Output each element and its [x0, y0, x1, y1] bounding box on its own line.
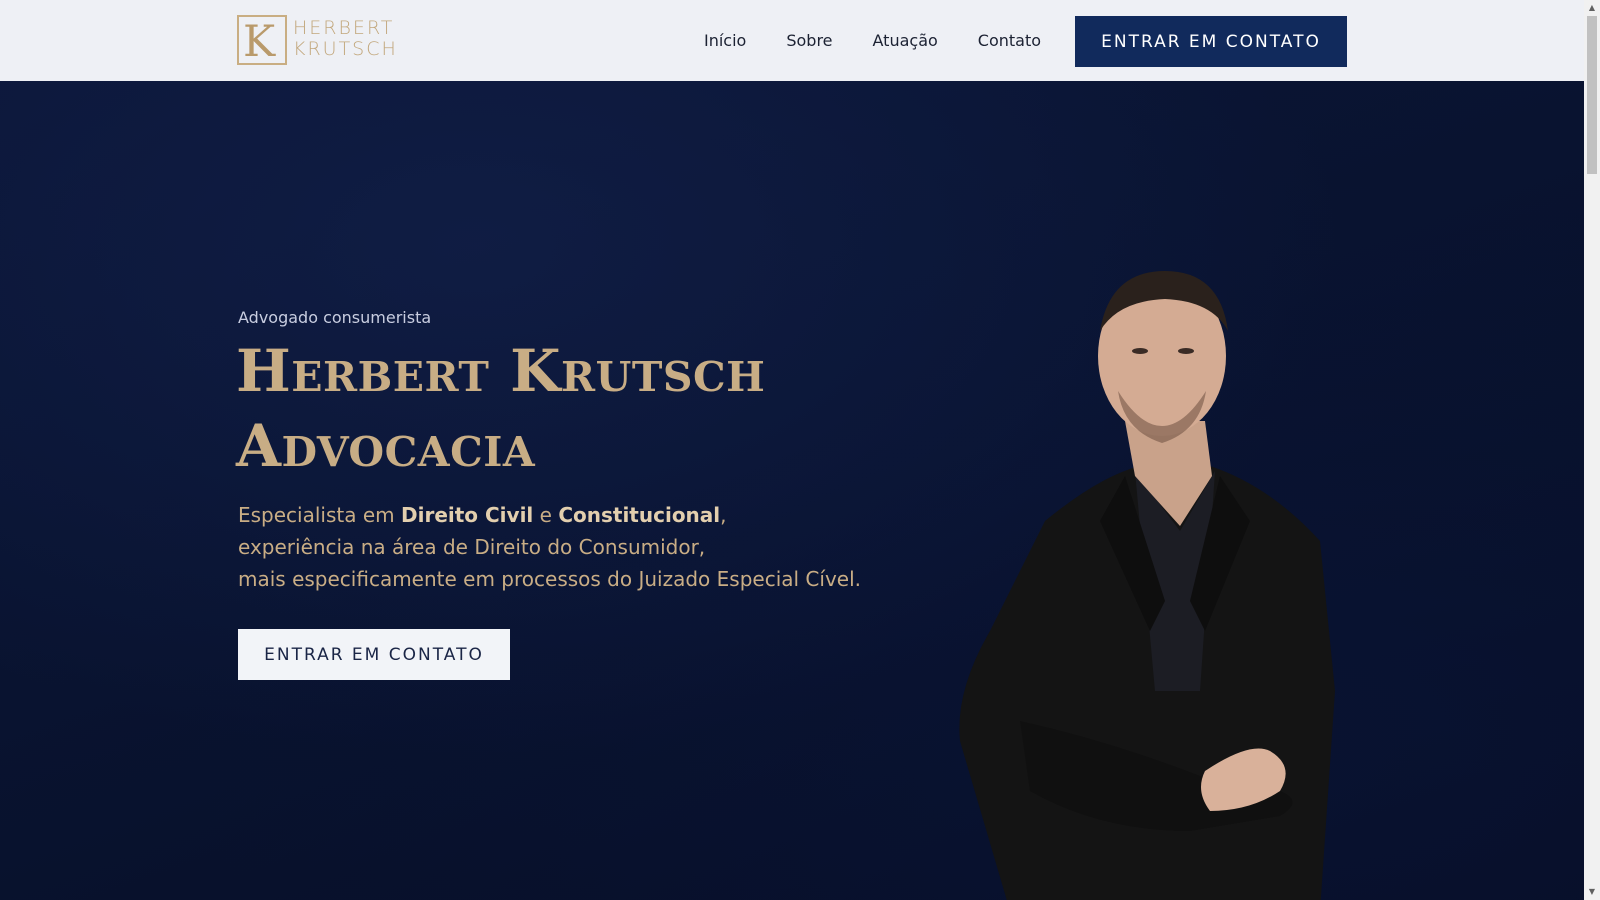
logo-text: HERBERT KRUTSCH	[293, 18, 398, 60]
triangle-up-icon[interactable]: ▲	[1584, 0, 1600, 16]
hero-description: Especialista em Direito Civil e Constitu…	[238, 499, 918, 595]
logo[interactable]: K HERBERT KRUTSCH	[237, 14, 407, 68]
page-scrollbar[interactable]: ▲ ▼	[1584, 0, 1600, 900]
hero-kicker: Advogado consumerista	[238, 308, 432, 327]
desc-highlight-civil: Direito Civil	[401, 503, 534, 527]
lawyer-portrait	[959, 271, 1335, 900]
triangle-down-icon[interactable]: ▼	[1584, 884, 1600, 900]
site-header: K HERBERT KRUTSCH Início Sobre Atuação C…	[0, 0, 1584, 81]
hero-title-line-1: Herbert Krutsch	[236, 337, 766, 405]
desc-text-3: ,	[720, 503, 727, 527]
hero-title: Herbert Krutsch Advocacia	[236, 334, 765, 484]
desc-text-2: e	[533, 503, 559, 527]
nav-link-atuacao[interactable]: Atuação	[873, 31, 938, 50]
logo-line-1: HERBERT	[293, 17, 395, 39]
logo-line-2: KRUTSCH	[293, 38, 398, 60]
nav-link-inicio[interactable]: Início	[704, 31, 746, 50]
desc-highlight-constitucional: Constitucional	[558, 503, 721, 527]
desc-text-1: Especialista em	[238, 503, 401, 527]
hero-contact-button[interactable]: ENTRAR EM CONTATO	[238, 629, 510, 680]
logo-letter: K	[243, 17, 276, 67]
scroll-thumb[interactable]	[1587, 16, 1597, 174]
nav-link-contato[interactable]: Contato	[978, 31, 1041, 50]
desc-line-2: experiência na área de Direito do Consum…	[238, 535, 706, 559]
hero-section: Advogado consumerista Herbert Krutsch Ad…	[0, 81, 1584, 900]
nav-link-sobre[interactable]: Sobre	[786, 31, 832, 50]
desc-line-3: mais especificamente em processos do Jui…	[238, 567, 861, 591]
logo-mark: K	[237, 15, 287, 65]
hero-title-line-2: Advocacia	[236, 412, 536, 480]
header-contact-button[interactable]: ENTRAR EM CONTATO	[1075, 16, 1347, 67]
main-nav: Início Sobre Atuação Contato	[680, 0, 1081, 81]
